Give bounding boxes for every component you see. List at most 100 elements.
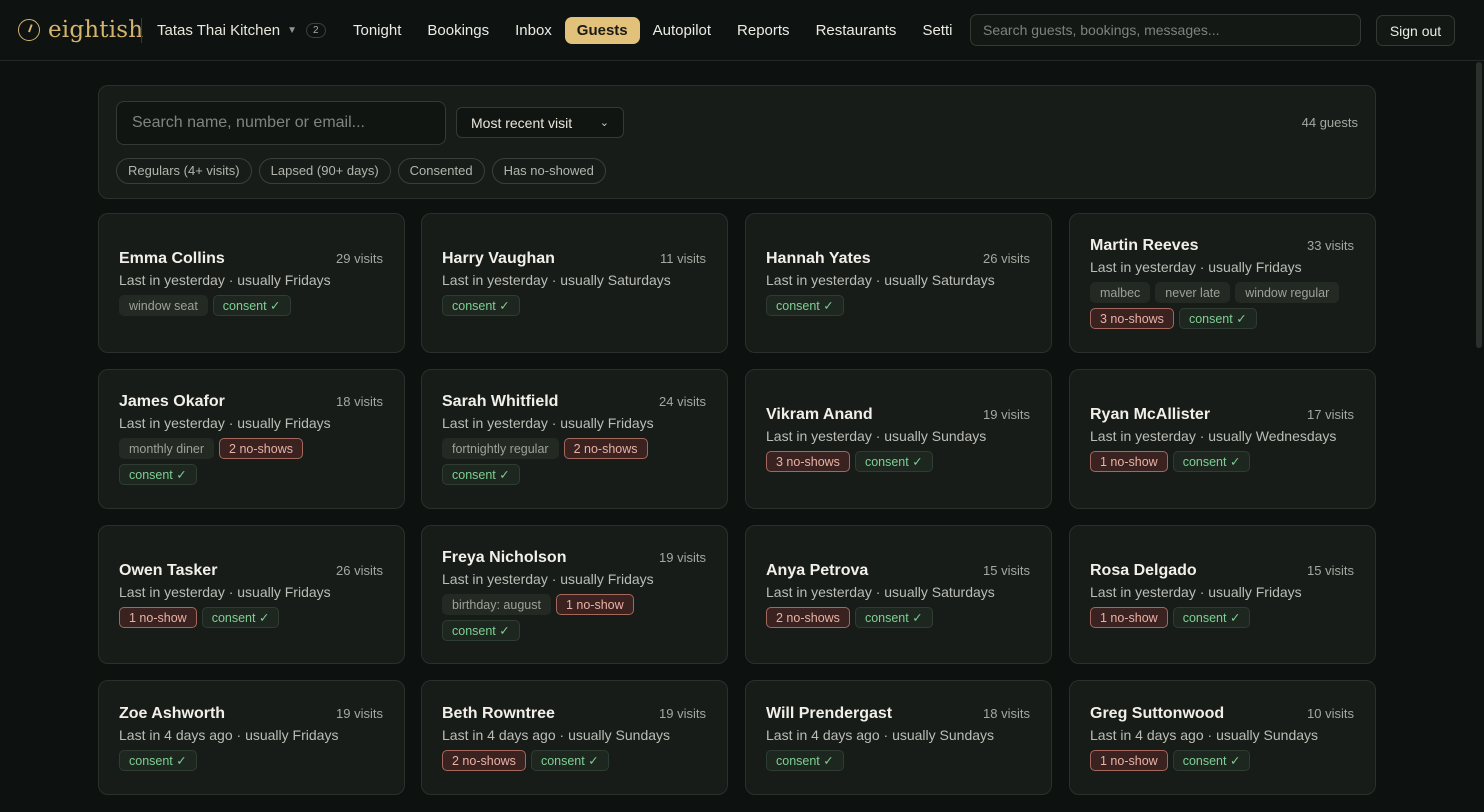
- sort-select[interactable]: Most recent visit ⌄: [456, 107, 624, 138]
- guest-card[interactable]: Sarah Whitfield 24 visits Last in yesterda…: [421, 369, 728, 509]
- guest-tags: consent ✓: [442, 295, 692, 316]
- guest-tags: 1 no-show consent ✓: [1090, 607, 1340, 628]
- no-show-badge: 2 no-shows: [442, 750, 526, 771]
- nav-item-restaurants[interactable]: Restaurants: [803, 17, 910, 44]
- no-show-badge: 1 no-show: [1090, 607, 1168, 628]
- guest-card[interactable]: Harry Vaughan 11 visits Last in yesterday …: [421, 213, 728, 353]
- guest-card[interactable]: Greg Suttonwood 10 visits Last in 4 days a…: [1069, 680, 1376, 795]
- last-visit-text: Last in yesterday · usually Fridays: [119, 584, 331, 600]
- nav-item-autopilot[interactable]: Autopilot: [640, 17, 724, 44]
- global-search-input[interactable]: [970, 14, 1361, 46]
- last-visit-text: Last in 4 days ago · usually Sundays: [766, 727, 995, 743]
- visit-count: 19 visits: [659, 706, 706, 721]
- nav-item-setti[interactable]: Setti: [909, 17, 958, 44]
- visit-count: 24 visits: [659, 394, 706, 409]
- guest-count: 44 guests: [1301, 115, 1358, 130]
- guest-tags: 2 no-shows consent ✓: [766, 607, 1016, 628]
- guest-card[interactable]: Owen Tasker 26 visits Last in yesterday · …: [98, 525, 405, 664]
- last-visit-text: Last in yesterday · usually Sundays: [766, 428, 987, 444]
- filter-chip[interactable]: Regulars (4+ visits): [116, 158, 252, 184]
- guest-card-header: Zoe Ashworth 19 visits: [119, 705, 383, 723]
- top-bar: eightish Tatas Thai Kitchen ▼ 2 Tonight B…: [0, 0, 1484, 61]
- filter-chip[interactable]: Consented: [397, 158, 485, 184]
- guest-card-header: Anya Petrova 15 visits: [766, 562, 1030, 580]
- visit-count: 10 visits: [1307, 706, 1354, 721]
- guest-search-input[interactable]: [116, 101, 446, 145]
- guest-tags: 2 no-shows consent ✓: [442, 750, 692, 771]
- guest-card[interactable]: Ryan McAllister 17 visits Last in yesterda…: [1069, 369, 1376, 509]
- no-show-badge: 3 no-shows: [766, 451, 850, 472]
- brand-logo[interactable]: eightish: [18, 17, 143, 43]
- note-tag: monthly diner: [119, 438, 215, 459]
- guest-name: Martin Reeves: [1090, 237, 1199, 254]
- guest-name: Will Prendergast: [766, 705, 893, 722]
- sign-out-button[interactable]: Sign out: [1376, 15, 1455, 46]
- last-visit-text: Last in 4 days ago · usually Sundays: [1090, 727, 1319, 743]
- nav-item-inbox[interactable]: Inbox: [502, 17, 565, 44]
- last-visit-text: Last in yesterday · usually Fridays: [119, 415, 331, 431]
- note-tag: birthday: august: [442, 594, 551, 615]
- guest-card[interactable]: Will Prendergast 18 visits Last in 4 days …: [745, 680, 1052, 795]
- guest-tags: birthday: august 1 no-show consent ✓: [442, 594, 692, 641]
- note-tag: window seat: [119, 295, 208, 316]
- guest-card[interactable]: Anya Petrova 15 visits Last in yesterday ·…: [745, 525, 1052, 664]
- guest-tags: consent ✓: [119, 750, 369, 771]
- guest-tags: 1 no-show consent ✓: [1090, 750, 1340, 771]
- guest-name: Sarah Whitfield: [442, 393, 559, 410]
- consent-badge: consent ✓: [442, 620, 520, 641]
- last-visit-text: Last in 4 days ago · usually Sundays: [442, 727, 671, 743]
- visit-count: 26 visits: [983, 251, 1030, 266]
- filter-chips: Regulars (4+ visits) Lapsed (90+ days) Con…: [116, 158, 606, 184]
- guest-card[interactable]: Beth Rowntree 19 visits Last in 4 days ago…: [421, 680, 728, 795]
- guest-card-header: Greg Suttonwood 10 visits: [1090, 705, 1354, 723]
- consent-badge: consent ✓: [119, 464, 197, 485]
- guest-card[interactable]: Rosa Delgado 15 visits Last in yesterday ·…: [1069, 525, 1376, 664]
- nav-item-bookings[interactable]: Bookings: [414, 17, 502, 44]
- guest-tags: fortnightly regular 2 no-shows consent ✓: [442, 438, 692, 485]
- guest-card[interactable]: Emma Collins 29 visits Last in yesterday ·…: [98, 213, 405, 353]
- consent-badge: consent ✓: [1178, 308, 1257, 329]
- guest-card-header: Emma Collins 29 visits: [119, 250, 383, 268]
- visit-count: 18 visits: [336, 394, 383, 409]
- guest-card[interactable]: Zoe Ashworth 19 visits Last in 4 days ago …: [98, 680, 405, 795]
- nav-item-tonight[interactable]: Tonight: [340, 17, 414, 44]
- guest-card-header: Hannah Yates 26 visits: [766, 250, 1030, 268]
- last-visit-text: Last in yesterday · usually Saturdays: [442, 272, 671, 288]
- guest-name: Anya Petrova: [766, 562, 869, 579]
- last-visit-text: Last in 4 days ago · usually Fridays: [119, 727, 339, 743]
- guest-tags: malbec never late window regular 3 no-shows…: [1090, 282, 1340, 329]
- guest-card-header: James Okafor 18 visits: [119, 393, 383, 411]
- restaurant-count-badge: 2: [306, 22, 326, 38]
- guest-card-header: Martin Reeves 33 visits: [1090, 237, 1354, 255]
- guest-card-header: Harry Vaughan 11 visits: [442, 250, 706, 268]
- guest-tags: consent ✓: [766, 295, 1016, 316]
- note-tag: never late: [1155, 282, 1231, 303]
- consent-badge: consent ✓: [766, 750, 844, 771]
- visit-count: 15 visits: [983, 563, 1030, 578]
- guest-card[interactable]: Freya Nicholson 19 visits Last in yesterda…: [421, 525, 728, 664]
- guest-card[interactable]: Martin Reeves 33 visits Last in yesterday …: [1069, 213, 1376, 353]
- sort-select-value: Most recent visit: [471, 114, 573, 131]
- guest-card[interactable]: James Okafor 18 visits Last in yesterday ·…: [98, 369, 405, 509]
- main-nav: Tonight Bookings Inbox Guests Autopilot Repor…: [340, 16, 958, 45]
- consent-badge: consent ✓: [1172, 750, 1251, 771]
- last-visit-text: Last in yesterday · usually Wednesdays: [1090, 428, 1337, 444]
- nav-item-guests[interactable]: Guests: [564, 17, 640, 44]
- filter-chip[interactable]: Has no-showed: [491, 158, 606, 184]
- consent-badge: consent ✓: [442, 464, 520, 485]
- restaurant-switcher[interactable]: Tatas Thai Kitchen ▼ 2: [157, 20, 326, 40]
- guest-name: James Okafor: [119, 393, 225, 410]
- guest-name: Freya Nicholson: [442, 549, 567, 566]
- filter-chip[interactable]: Lapsed (90+ days): [258, 158, 391, 184]
- consent-badge: consent ✓: [530, 750, 609, 771]
- nav-item-reports[interactable]: Reports: [724, 17, 803, 44]
- last-visit-text: Last in yesterday · usually Fridays: [1090, 584, 1302, 600]
- guest-card[interactable]: Vikram Anand 19 visits Last in yesterday ·…: [745, 369, 1052, 509]
- scrollbar-thumb[interactable]: [1476, 62, 1482, 348]
- guest-tags: window seat consent ✓: [119, 295, 369, 316]
- consent-badge: consent ✓: [119, 750, 197, 771]
- guest-card[interactable]: Hannah Yates 26 visits Last in yesterday ·…: [745, 213, 1052, 353]
- consent-badge: consent ✓: [212, 295, 291, 316]
- visit-count: 18 visits: [983, 706, 1030, 721]
- last-visit-text: Last in yesterday · usually Fridays: [442, 571, 654, 587]
